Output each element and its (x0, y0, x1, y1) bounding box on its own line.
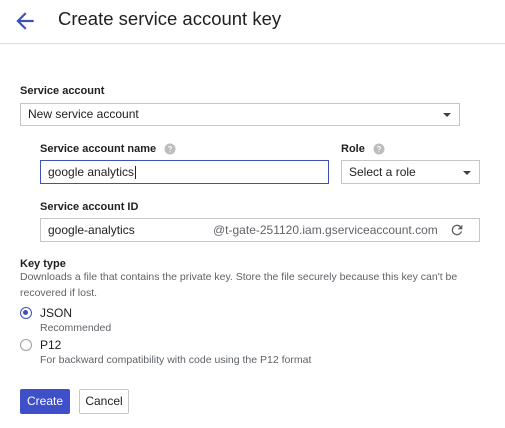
back-button[interactable] (12, 8, 38, 34)
page-title: Create service account key (58, 8, 282, 29)
service-account-select[interactable]: New service account (20, 103, 460, 126)
dropdown-caret-icon (463, 171, 471, 175)
radio-json-sub: Recommended (40, 322, 112, 334)
create-button[interactable]: Create (20, 389, 70, 414)
service-account-name-value: google analytics (48, 165, 135, 179)
service-account-id-suffix: @t-gate-251120.iam.gserviceaccount.com (213, 223, 438, 237)
help-icon[interactable] (373, 143, 385, 155)
service-account-name-label-row: Service account name (40, 142, 176, 156)
page-header: Create service account key (0, 0, 505, 44)
role-selected: Select a role (349, 165, 416, 179)
key-type-description: Downloads a file that contains the priva… (20, 271, 458, 299)
dropdown-caret-icon (443, 113, 451, 117)
radio-p12-label[interactable]: P12 (40, 338, 61, 352)
arrow-left-icon (16, 12, 34, 30)
role-select[interactable]: Select a role (341, 160, 480, 184)
service-account-id-value: google-analytics (48, 223, 135, 237)
radio-json-label[interactable]: JSON (40, 306, 72, 320)
help-icon[interactable] (164, 143, 176, 155)
service-account-name-input[interactable]: google analytics (40, 160, 329, 184)
radio-p12[interactable] (20, 339, 32, 351)
role-label-row: Role (341, 142, 385, 156)
service-account-selected: New service account (28, 107, 139, 121)
service-account-name-label: Service account name (40, 143, 157, 155)
text-cursor (135, 166, 137, 180)
role-label: Role (341, 143, 365, 155)
service-account-label: Service account (20, 85, 105, 97)
refresh-icon[interactable] (449, 222, 465, 238)
radio-p12-sub: For backward compatibility with code usi… (40, 354, 312, 366)
service-account-id-label: Service account ID (40, 201, 139, 213)
cancel-button[interactable]: Cancel (79, 389, 129, 414)
radio-json[interactable] (20, 307, 32, 319)
